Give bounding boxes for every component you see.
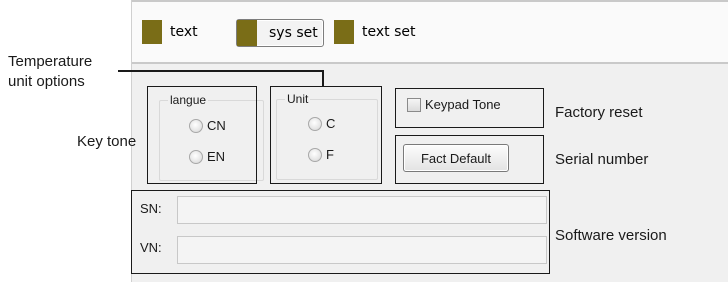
- factory-reset-annotation: Factory reset: [555, 104, 643, 121]
- serial-callout-box: [131, 190, 550, 274]
- tab-sys-set-icon: [237, 20, 257, 46]
- tab-text-icon: [142, 20, 162, 44]
- tab-text-set-icon: [334, 20, 354, 44]
- tab-sys-set[interactable]: sys set: [236, 19, 324, 47]
- tab-text-label: text: [170, 24, 198, 40]
- key-tone-annotation: Key tone: [77, 133, 137, 150]
- unit-callout-box: [270, 86, 382, 184]
- temperature-unit-leader-drop: [322, 70, 324, 86]
- tab-text-set[interactable]: text set: [334, 20, 415, 44]
- fact-default-callout-box: [395, 135, 544, 184]
- tab-text[interactable]: text: [142, 20, 198, 44]
- tab-text-set-label: text set: [362, 24, 416, 40]
- tab-sys-set-label: sys set: [269, 25, 318, 41]
- serial-number-annotation: Serial number: [555, 151, 649, 168]
- tab-bar: text sys set text set: [132, 0, 728, 64]
- software-version-annotation: Software version: [555, 227, 667, 244]
- temperature-unit-annotation: Temperature unit options: [8, 53, 93, 90]
- temperature-unit-leader: [118, 70, 323, 72]
- keypad-tone-callout-box: [395, 88, 544, 128]
- language-callout-box: [147, 86, 257, 184]
